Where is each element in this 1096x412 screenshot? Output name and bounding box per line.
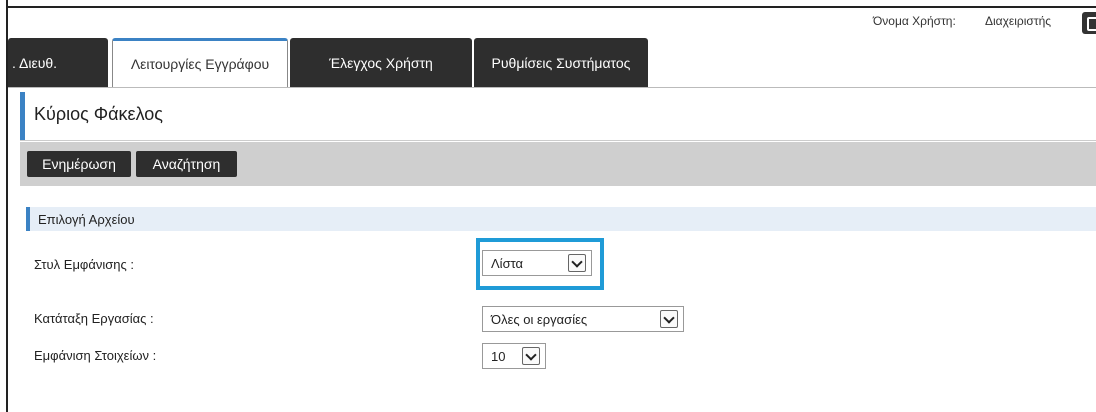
- job-sort-select[interactable]: Όλες οι εργασίες: [482, 306, 684, 332]
- tab-document-operations[interactable]: Λειτουργίες Εγγράφου: [112, 38, 288, 88]
- item-count-value: 10: [491, 349, 506, 364]
- tab-divider: [8, 87, 1096, 88]
- job-sort-label: Κατάταξη Εργασίας :: [34, 311, 154, 326]
- job-sort-value: Όλες οι εργασίες: [491, 312, 588, 327]
- section-accent-bar: [26, 207, 30, 231]
- chevron-down-icon[interactable]: [568, 254, 586, 272]
- title-divider: [20, 140, 1096, 141]
- page-title: Κύριος Φάκελος: [34, 104, 163, 124]
- title-accent-bar: [20, 92, 25, 140]
- user-name: Διαχειριστής: [985, 14, 1052, 28]
- item-count-label: Εμφάνιση Στοιχείων :: [34, 348, 157, 363]
- user-label: Όνομα Χρήστη:: [873, 14, 956, 28]
- tab-system-settings[interactable]: Ρυθμίσεις Συστήματος: [474, 38, 648, 88]
- logout-icon[interactable]: [1082, 12, 1096, 34]
- file-selection-section: Επιλογή Αρχείου: [26, 207, 1096, 231]
- update-button[interactable]: Ενημέρωση: [27, 151, 131, 177]
- chevron-down-icon[interactable]: [660, 310, 678, 328]
- tab-user-control[interactable]: Έλεγχος Χρήστη: [290, 38, 472, 88]
- display-style-value: Λίστα: [491, 256, 524, 271]
- chevron-down-icon[interactable]: [522, 347, 540, 365]
- search-button[interactable]: Αναζήτηση: [136, 151, 237, 177]
- toolbar: Ενημέρωση Αναζήτηση: [20, 142, 1096, 186]
- display-style-label: Στυλ Εμφάνισης :: [34, 257, 135, 272]
- display-style-select[interactable]: Λίστα: [482, 250, 592, 276]
- window-frame-top: [6, 6, 1096, 8]
- section-title: Επιλογή Αρχείου: [38, 212, 135, 227]
- item-count-select[interactable]: 10: [482, 343, 546, 369]
- main-tabs: . Διευθ. Λειτουργίες Εγγράφου Έλεγχος Χρ…: [8, 38, 648, 88]
- tab-address[interactable]: . Διευθ.: [8, 38, 108, 88]
